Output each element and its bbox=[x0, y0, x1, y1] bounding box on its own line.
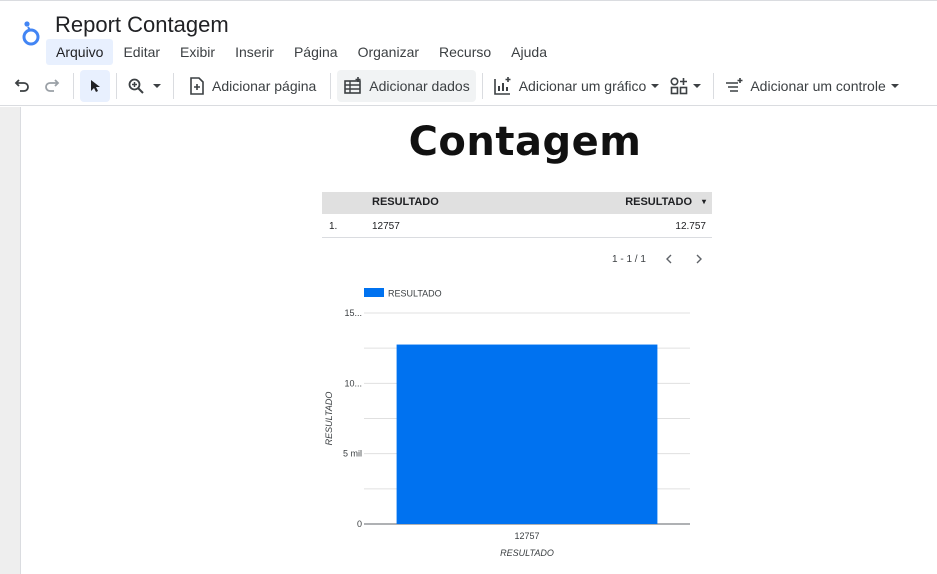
column-header-metric[interactable]: RESULTADO bbox=[625, 196, 692, 208]
menu-recurso[interactable]: Recurso bbox=[429, 39, 501, 65]
chevron-down-icon bbox=[890, 83, 899, 88]
menu-bar: Arquivo Editar Exibir Inserir Página Org… bbox=[46, 39, 557, 65]
table-pagination: 1 - 1 / 1 bbox=[590, 252, 715, 268]
add-component-button[interactable] bbox=[665, 70, 707, 102]
chevron-right-icon[interactable] bbox=[692, 252, 706, 266]
report-header: Report Contagem Arquivo Editar Exibir In… bbox=[0, 0, 937, 66]
chevron-left-icon[interactable] bbox=[662, 252, 676, 266]
toolbar-divider bbox=[73, 72, 74, 99]
undo-button[interactable] bbox=[7, 70, 37, 102]
add-page-icon bbox=[190, 76, 204, 95]
menu-inserir[interactable]: Inserir bbox=[225, 39, 284, 65]
pointer-icon bbox=[91, 79, 100, 92]
page-range-label: 1 - 1 / 1 bbox=[612, 254, 646, 265]
column-header-dimension[interactable]: RESULTADO bbox=[372, 196, 439, 208]
add-control-label: Adicionar um controle bbox=[750, 77, 886, 94]
add-component-icon bbox=[670, 76, 688, 94]
add-data-button[interactable]: Adicionar dados bbox=[337, 69, 476, 102]
data-table[interactable]: RESULTADO RESULTADO ▾ 1. 12757 12.757 bbox=[322, 192, 712, 238]
toolbar-divider bbox=[330, 72, 332, 99]
report-title[interactable]: Report Contagem bbox=[55, 12, 229, 38]
select-tool-button[interactable] bbox=[80, 69, 110, 102]
chevron-down-icon bbox=[693, 83, 702, 88]
toolbar-divider bbox=[173, 72, 174, 99]
bar-chart[interactable]: 0 5 mil 10... 15... 12757 RESULTADO RESULTADO R… bbox=[318, 282, 718, 567]
legend-swatch bbox=[364, 288, 384, 297]
row-index: 1. bbox=[329, 221, 338, 232]
y-tick-label: 15... bbox=[344, 308, 362, 318]
x-tick-label: 12757 bbox=[514, 531, 539, 541]
report-canvas[interactable]: Contagem RESULTADO RESULTADO ▾ 1. 12757 … bbox=[0, 107, 937, 574]
zoom-button[interactable] bbox=[123, 70, 167, 102]
x-axis-title: RESULTADO bbox=[500, 548, 554, 558]
menu-arquivo[interactable]: Arquivo bbox=[46, 39, 114, 65]
menu-editar[interactable]: Editar bbox=[113, 39, 170, 65]
sort-desc-icon[interactable]: ▾ bbox=[702, 197, 706, 206]
toolbar-divider bbox=[481, 72, 483, 99]
canvas-gutter bbox=[0, 107, 21, 574]
legend-label: RESULTADO bbox=[388, 289, 442, 299]
add-data-icon bbox=[344, 76, 362, 94]
bar bbox=[396, 344, 658, 524]
toolbar-divider bbox=[713, 72, 715, 99]
table-header: RESULTADO RESULTADO ▾ bbox=[322, 192, 712, 214]
add-data-label: Adicionar dados bbox=[369, 77, 470, 94]
menu-ajuda[interactable]: Ajuda bbox=[501, 39, 557, 65]
zoom-in-icon bbox=[128, 78, 144, 94]
looker-studio-logo-icon[interactable] bbox=[20, 19, 42, 47]
redo-button[interactable] bbox=[37, 70, 67, 102]
add-chart-button[interactable]: Adicionar um gráfico bbox=[489, 70, 666, 102]
y-axis-title: RESULTADO bbox=[324, 392, 334, 446]
y-tick-label: 5 mil bbox=[343, 449, 362, 459]
add-page-button[interactable]: Adicionar página bbox=[180, 70, 324, 102]
add-chart-icon bbox=[493, 76, 511, 95]
menu-exibir[interactable]: Exibir bbox=[170, 39, 225, 65]
bar-chart-svg: 0 5 mil 10... 15... 12757 RESULTADO RESULTADO R… bbox=[324, 288, 690, 558]
chevron-down-icon bbox=[651, 83, 660, 88]
redo-icon bbox=[45, 78, 60, 92]
add-control-icon bbox=[726, 77, 743, 92]
cell-dimension: 12757 bbox=[372, 221, 400, 232]
add-page-label: Adicionar página bbox=[212, 77, 317, 94]
toolbar-divider bbox=[116, 72, 117, 99]
add-chart-label: Adicionar um gráfico bbox=[518, 77, 647, 94]
y-tick-label: 10... bbox=[344, 378, 362, 388]
menu-organizar[interactable]: Organizar bbox=[348, 39, 429, 65]
undo-icon bbox=[14, 78, 29, 92]
add-control-button[interactable]: Adicionar um controle bbox=[720, 70, 904, 102]
y-tick-label: 0 bbox=[357, 519, 362, 529]
toolbar: Adicionar página Adicionar dados Adicion… bbox=[0, 66, 937, 106]
menu-pagina[interactable]: Página bbox=[284, 39, 348, 65]
chevron-down-icon bbox=[153, 83, 161, 88]
cell-metric: 12.757 bbox=[675, 221, 706, 232]
page-heading[interactable]: Contagem bbox=[300, 119, 750, 165]
table-row: 1. 12757 12.757 bbox=[322, 214, 712, 238]
